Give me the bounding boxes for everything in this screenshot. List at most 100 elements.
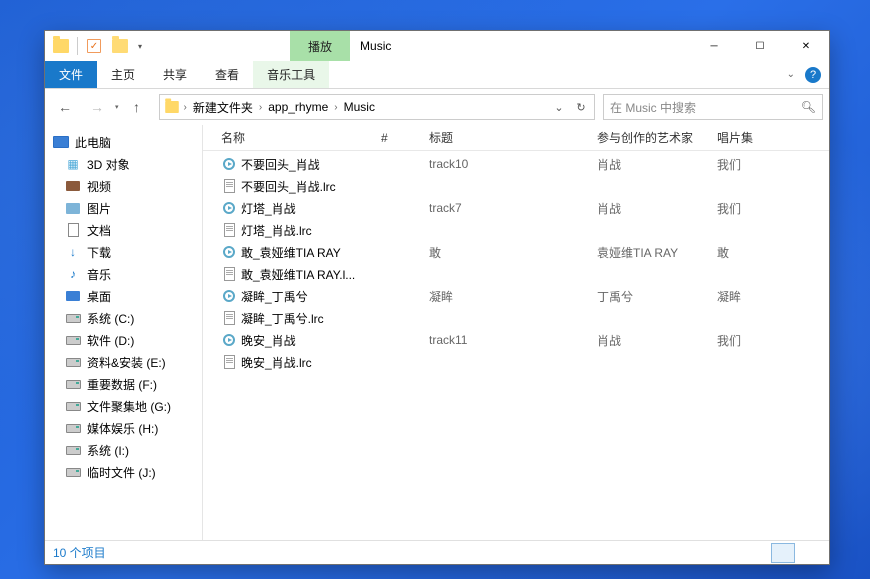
file-artist-cell: 肖战 [589,332,709,349]
sidebar-label: 文档 [87,222,111,239]
sidebar-item[interactable]: 软件 (D:) [45,329,202,351]
file-artist-cell: 肖战 [589,156,709,173]
sidebar-item[interactable]: 视频 [45,175,202,197]
column-name[interactable]: 名称 [203,129,373,146]
sidebar-this-pc[interactable]: 此电脑 [45,131,202,153]
column-title[interactable]: 标题 [421,129,589,146]
text-file-icon [221,266,237,282]
sidebar-item[interactable]: ♪ 音乐 [45,263,202,285]
sidebar-item[interactable]: 文件聚集地 (G:) [45,395,202,417]
close-button[interactable]: ✕ [783,31,829,61]
sidebar-label: 软件 (D:) [87,332,134,349]
file-name-cell: 灯塔_肖战 [203,200,373,217]
breadcrumb-separator[interactable]: › [182,102,189,113]
ribbon-tabs: 文件 主页 共享 查看 音乐工具 ⌄ ? [45,61,829,89]
search-box[interactable]: 在 Music 中搜索 🔍︎ [603,94,823,120]
sidebar-item[interactable]: 媒体娱乐 (H:) [45,417,202,439]
maximize-button[interactable]: ☐ [737,31,783,61]
file-name: 晚安_肖战.lrc [241,354,312,371]
forward-button[interactable]: → [83,93,111,121]
view-tab[interactable]: 查看 [201,61,253,88]
titlebar: ▾ 播放 Music ─ ☐ ✕ [45,31,829,61]
file-album-cell: 我们 [709,156,789,173]
music-icon: ♪ [65,266,81,282]
large-icons-view-button[interactable] [797,543,821,563]
play-contextual-tab[interactable]: 播放 [290,31,350,61]
help-icon[interactable]: ? [805,67,821,83]
file-row[interactable]: 敢_袁娅维TIA RAY.l... [203,263,829,285]
sidebar-item[interactable]: 系统 (C:) [45,307,202,329]
address-dropdown[interactable]: ⌄ [548,101,570,114]
file-row[interactable]: 不要回头_肖战track10肖战我们 [203,153,829,175]
drive-icon [65,376,81,392]
back-button[interactable]: ← [51,93,79,121]
doc-icon [65,222,81,238]
breadcrumb-separator[interactable]: › [257,102,264,113]
file-name-cell: 灯塔_肖战.lrc [203,222,373,239]
breadcrumb-separator[interactable]: › [332,102,339,113]
text-file-icon [221,222,237,238]
file-row[interactable]: 晚安_肖战track11肖战我们 [203,329,829,351]
minimize-button[interactable]: ─ [691,31,737,61]
file-row[interactable]: 晚安_肖战.lrc [203,351,829,373]
new-folder-icon[interactable] [108,34,132,58]
sidebar-label: 音乐 [87,266,111,283]
sidebar-item[interactable]: 桌面 [45,285,202,307]
3d-icon: ▦ [65,156,81,172]
sidebar-item[interactable]: ▦3D 对象 [45,153,202,175]
expand-ribbon-icon[interactable]: ⌄ [787,69,795,80]
file-album-cell: 我们 [709,332,789,349]
breadcrumb-segment[interactable]: Music [340,100,379,114]
file-name: 不要回头_肖战.lrc [241,178,336,195]
column-number[interactable]: # [373,131,421,145]
breadcrumb-segment[interactable]: app_rhyme [264,100,332,114]
search-icon[interactable]: 🔍︎ [801,100,816,114]
sidebar-item[interactable]: 文档 [45,219,202,241]
sidebar-label: 桌面 [87,288,111,305]
file-album-cell: 敢 [709,244,789,261]
history-dropdown[interactable]: ▾ [115,103,119,111]
column-album[interactable]: 唱片集 [709,129,789,146]
sidebar-item[interactable]: ↓下载 [45,241,202,263]
column-headers: 名称 # 标题 参与创作的艺术家 唱片集 [203,125,829,151]
sidebar-item[interactable]: 重要数据 (F:) [45,373,202,395]
music-tools-tab[interactable]: 音乐工具 [253,61,329,88]
video-icon [65,178,81,194]
details-view-button[interactable] [771,543,795,563]
this-pc-icon [53,134,69,150]
sidebar-label: 下载 [87,244,111,261]
properties-icon[interactable] [82,34,106,58]
refresh-button[interactable]: ↻ [570,101,592,114]
breadcrumb-segment[interactable]: 新建文件夹 [189,99,257,116]
file-row[interactable]: 凝眸_丁禹兮.lrc [203,307,829,329]
file-name-cell: 凝眸_丁禹兮.lrc [203,310,373,327]
file-row[interactable]: 不要回头_肖战.lrc [203,175,829,197]
sidebar-item[interactable]: 系统 (I:) [45,439,202,461]
file-name: 灯塔_肖战.lrc [241,222,312,239]
text-file-icon [221,178,237,194]
file-name: 凝眸_丁禹兮.lrc [241,310,324,327]
qat-dropdown[interactable]: ▾ [134,42,146,51]
file-name-cell: 晚安_肖战.lrc [203,354,373,371]
sidebar-label: 临时文件 (J:) [87,464,156,481]
navigation-pane[interactable]: 此电脑 ▦3D 对象视频图片文档 ↓下载 ♪ 音乐桌面系统 (C:) 软件 (D:) 资料… [45,125,203,540]
file-name-cell: 晚安_肖战 [203,332,373,349]
sidebar-item[interactable]: 资料&安装 (E:) [45,351,202,373]
drive-icon [65,464,81,480]
file-tab[interactable]: 文件 [45,61,97,88]
sidebar-item[interactable]: 临时文件 (J:) [45,461,202,483]
sidebar-item[interactable]: 图片 [45,197,202,219]
file-row[interactable]: 灯塔_肖战track7肖战我们 [203,197,829,219]
file-row[interactable]: 灯塔_肖战.lrc [203,219,829,241]
share-tab[interactable]: 共享 [149,61,201,88]
file-name: 不要回头_肖战 [241,156,320,173]
column-artist[interactable]: 参与创作的艺术家 [589,129,709,146]
address-bar[interactable]: › 新建文件夹 › app_rhyme › Music ⌄ ↻ [159,94,595,120]
home-tab[interactable]: 主页 [97,61,149,88]
up-button[interactable]: ↑ [123,93,151,121]
search-placeholder: 在 Music 中搜索 [610,99,801,116]
body-area: 此电脑 ▦3D 对象视频图片文档 ↓下载 ♪ 音乐桌面系统 (C:) 软件 (D:) 资料… [45,125,829,540]
sidebar-label: 此电脑 [75,134,111,151]
file-row[interactable]: 凝眸_丁禹兮凝眸丁禹兮凝眸 [203,285,829,307]
file-row[interactable]: 敢_袁娅维TIA RAY敢袁娅维TIA RAY敢 [203,241,829,263]
